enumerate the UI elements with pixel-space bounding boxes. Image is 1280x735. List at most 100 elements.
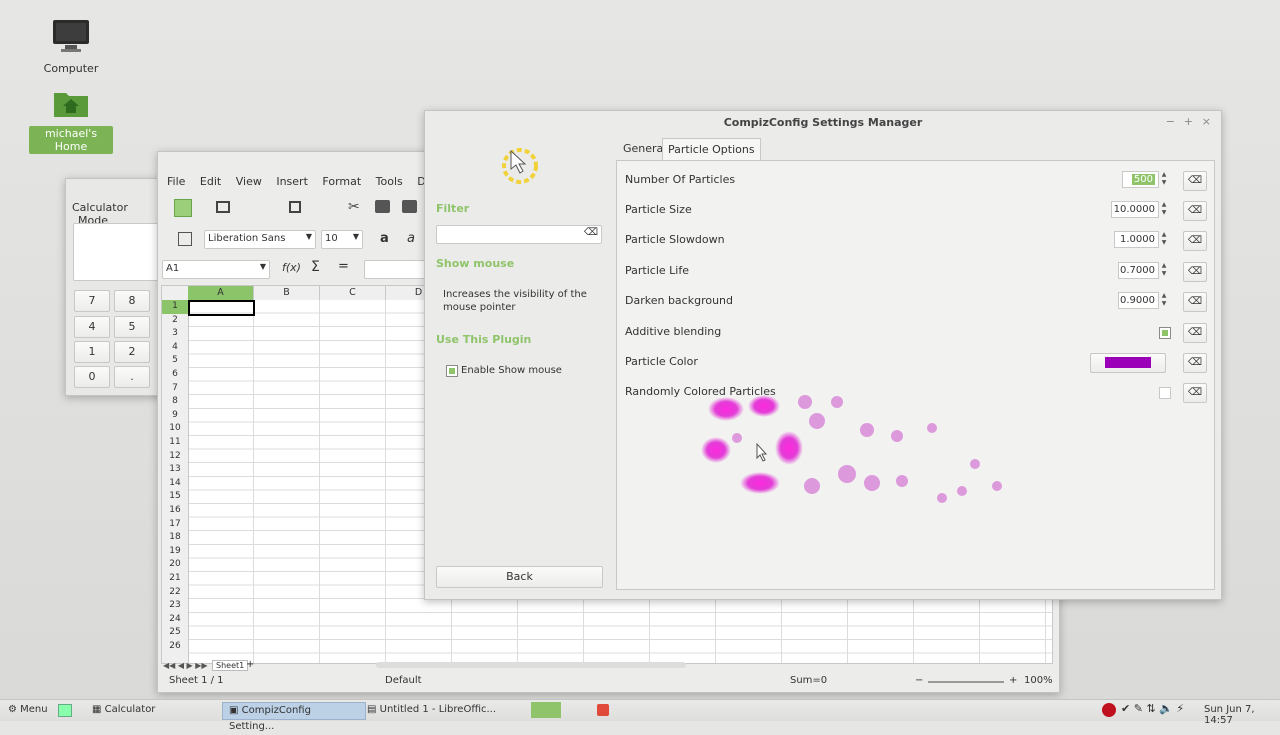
bold-icon[interactable]: a	[380, 231, 389, 246]
menu-view[interactable]: View	[236, 175, 262, 188]
reset-icon[interactable]: ⌫	[1183, 201, 1207, 221]
random-colors-checkbox[interactable]	[1159, 387, 1171, 399]
active-cell[interactable]	[188, 300, 255, 316]
menu-file[interactable]: File	[167, 175, 185, 188]
reset-icon[interactable]: ⌫	[1183, 171, 1207, 191]
menu-calculator[interactable]: Calculator	[72, 201, 128, 214]
particle-size-spinbox[interactable]: 10.0000 ▲ ▼	[1111, 201, 1168, 218]
sheet-tab[interactable]: Sheet1	[212, 660, 249, 671]
darken-background-spinbox[interactable]: 0.9000 ▲ ▼	[1118, 292, 1168, 309]
print-preview-icon[interactable]	[402, 200, 417, 213]
network-icon[interactable]: ⇅	[1146, 702, 1155, 715]
row-header[interactable]: 4	[162, 342, 188, 356]
spinbox-value[interactable]: 0.9000	[1118, 292, 1159, 309]
row-header[interactable]: 6	[162, 369, 188, 383]
additive-blending-checkbox[interactable]	[1159, 327, 1171, 339]
row-header[interactable]: 18	[162, 532, 188, 546]
spin-arrows-icon[interactable]: ▲ ▼	[1159, 292, 1169, 309]
zoom-out-icon[interactable]: −	[915, 675, 923, 686]
clear-icon[interactable]: ⌫	[584, 227, 598, 238]
menu-format[interactable]: Format	[322, 175, 361, 188]
spin-arrows-icon[interactable]: ▲ ▼	[1159, 171, 1169, 188]
clock[interactable]: Sun Jun 7, 14:57	[1204, 704, 1280, 726]
print-icon[interactable]	[375, 200, 390, 213]
row-header[interactable]: 3	[162, 328, 188, 342]
row-header[interactable]: 11	[162, 437, 188, 451]
horizontal-scrollbar[interactable]	[376, 662, 686, 668]
zoom-in-icon[interactable]: +	[1009, 675, 1017, 686]
close-icon[interactable]: ×	[1202, 115, 1211, 128]
add-sheet-icon[interactable]: +	[246, 659, 254, 670]
row-header[interactable]: 2	[162, 315, 188, 329]
row-header[interactable]: 16	[162, 505, 188, 519]
column-header[interactable]: C	[320, 286, 386, 300]
minimize-icon[interactable]: −	[1166, 115, 1175, 128]
italic-icon[interactable]: a	[407, 231, 415, 246]
reset-icon[interactable]: ⌫	[1183, 353, 1207, 373]
desktop-icon-home[interactable]: michael's Home	[29, 87, 113, 154]
menu-tools[interactable]: Tools	[376, 175, 403, 188]
row-header[interactable]: 1	[162, 301, 188, 315]
reset-icon[interactable]: ⌫	[1183, 292, 1207, 312]
filter-input[interactable]: ⌫	[436, 225, 602, 244]
workspace-1[interactable]	[531, 702, 561, 718]
row-header[interactable]: 9	[162, 410, 188, 424]
zoom-level[interactable]: 100%	[1024, 675, 1053, 686]
key-2[interactable]: 2	[114, 341, 150, 363]
task-calculator[interactable]: ▦ Calculator	[86, 702, 224, 718]
key-5[interactable]: 5	[114, 316, 150, 338]
workspace-app-icon[interactable]	[597, 704, 609, 716]
row-header[interactable]: 8	[162, 396, 188, 410]
volume-icon[interactable]: 🔈	[1159, 702, 1173, 715]
font-name-box[interactable]: Liberation Sans ▼	[204, 230, 316, 249]
row-header[interactable]: 10	[162, 423, 188, 437]
reset-icon[interactable]: ⌫	[1183, 231, 1207, 251]
row-header[interactable]: 19	[162, 546, 188, 560]
column-header[interactable]: B	[254, 286, 320, 300]
reset-icon[interactable]: ⌫	[1183, 262, 1207, 282]
name-box[interactable]: A1 ▼	[162, 260, 270, 279]
spin-arrows-icon[interactable]: ▲ ▼	[1159, 231, 1169, 248]
row-header[interactable]: 25	[162, 627, 188, 641]
menu-edit[interactable]: Edit	[200, 175, 221, 188]
slowdown-spinbox[interactable]: 1.0000 ▲ ▼	[1114, 231, 1168, 248]
reset-icon[interactable]: ⌫	[1183, 323, 1207, 343]
row-header[interactable]: 24	[162, 614, 188, 628]
spin-arrows-icon[interactable]: ▲ ▼	[1159, 201, 1169, 218]
key-1[interactable]: 1	[74, 341, 110, 363]
record-icon[interactable]	[1102, 703, 1116, 717]
row-header[interactable]: 12	[162, 451, 188, 465]
spin-arrows-icon[interactable]: ▲ ▼	[1159, 262, 1169, 279]
particles-spinbox[interactable]: 500 ▲ ▼	[1122, 171, 1168, 188]
key-8[interactable]: 8	[114, 290, 150, 312]
key-7[interactable]: 7	[74, 290, 110, 312]
key-0[interactable]: 0	[74, 366, 110, 388]
spinbox-value[interactable]: 10.0000	[1111, 201, 1159, 218]
row-header[interactable]: 22	[162, 587, 188, 601]
row-header[interactable]: 5	[162, 355, 188, 369]
sum-button[interactable]: Σ	[311, 259, 320, 275]
row-header[interactable]: 23	[162, 600, 188, 614]
key-decimal[interactable]: .	[114, 366, 150, 388]
spinbox-value[interactable]: 1.0000	[1114, 231, 1159, 248]
show-desktop-icon[interactable]	[58, 704, 72, 717]
function-wizard-button[interactable]: f(x)	[282, 261, 301, 274]
column-header[interactable]: A	[188, 286, 254, 300]
select-all-corner[interactable]	[162, 286, 189, 300]
tab-particle-options[interactable]: Particle Options	[662, 138, 761, 161]
cut-icon[interactable]: ✂	[348, 199, 360, 215]
tools-icon[interactable]: ✎	[1134, 702, 1143, 715]
maximize-icon[interactable]: +	[1184, 115, 1193, 128]
row-header[interactable]: 21	[162, 573, 188, 587]
formula-button[interactable]: =	[338, 259, 349, 274]
power-icon[interactable]: ⚡	[1176, 702, 1184, 715]
task-compizconfig[interactable]: ▣ CompizConfig Setting...	[222, 702, 366, 732]
row-header[interactable]: 13	[162, 464, 188, 478]
row-header[interactable]: 14	[162, 478, 188, 492]
back-button[interactable]: Back	[436, 566, 603, 588]
row-header[interactable]: 26	[162, 641, 188, 655]
open-icon[interactable]	[216, 201, 230, 213]
menu-button[interactable]: ⚙ Menu	[2, 702, 54, 718]
row-header[interactable]: 7	[162, 383, 188, 397]
particle-life-spinbox[interactable]: 0.7000 ▲ ▼	[1118, 262, 1168, 279]
